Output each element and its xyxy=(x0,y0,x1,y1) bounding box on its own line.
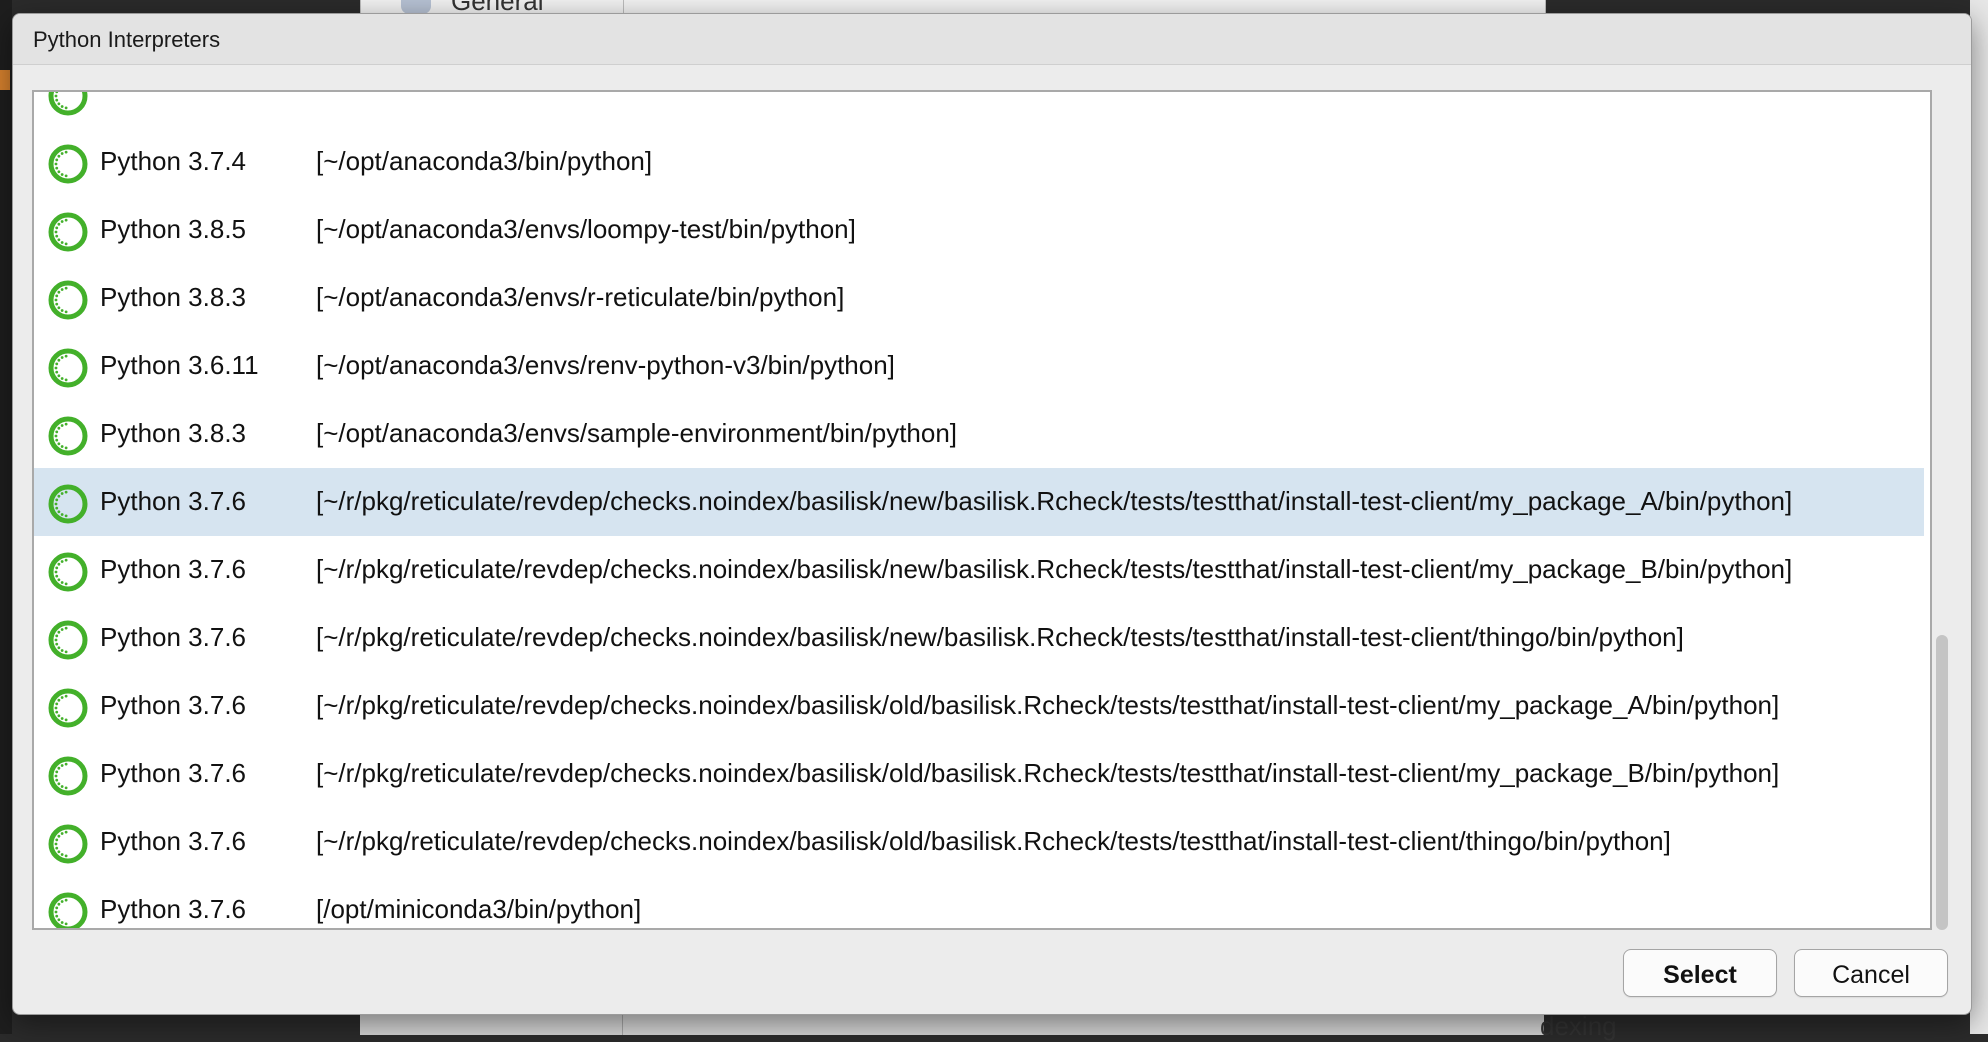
cancel-button[interactable]: Cancel xyxy=(1794,949,1948,997)
interpreter-path: [~/r/pkg/reticulate/revdep/checks.noinde… xyxy=(316,486,1793,516)
conda-ring-icon xyxy=(46,92,90,118)
list-scrollbar-thumb[interactable] xyxy=(1936,635,1948,930)
interpreter-path: [~/r/pkg/reticulate/revdep/checks.noinde… xyxy=(316,758,1780,788)
conda-ring-icon xyxy=(46,618,90,662)
conda-ring-icon xyxy=(46,686,90,730)
conda-ring-icon xyxy=(46,482,90,526)
interpreter-row[interactable]: Python 3.8.5 [~/opt/anaconda3/envs/loompy… xyxy=(34,196,1924,264)
conda-ring-icon xyxy=(46,550,90,594)
conda-ring-icon xyxy=(46,142,90,186)
interpreter-version: Python 3.7.6 xyxy=(100,894,246,924)
background-window-edge xyxy=(0,0,12,1034)
conda-ring-icon xyxy=(46,278,90,322)
conda-ring-icon xyxy=(46,890,90,928)
interpreter-path: [~/opt/anaconda3/envs/sample-environment… xyxy=(316,418,958,448)
interpreter-version: Python 3.6.11 xyxy=(100,350,259,380)
interpreter-row[interactable]: Python 3.7.6 [~/r/pkg/reticulate/revdep/c… xyxy=(34,468,1924,536)
conda-ring-icon xyxy=(46,210,90,254)
interpreter-row[interactable]: Python 3.8.3 [~/opt/anaconda3/envs/r-reti… xyxy=(34,264,1924,332)
interpreter-row[interactable]: Python 3.7.6 [~/r/pkg/reticulate/revdep/c… xyxy=(34,808,1924,876)
interpreter-path: [~/opt/anaconda3/envs/renv-python-v3/bin… xyxy=(316,350,895,380)
interpreter-row[interactable]: Python 3.7.6 [/opt/miniconda3/bin/python] xyxy=(34,876,1924,928)
python-interpreters-dialog: Python Interpreters Python 3.7.4 [~/opt/a… xyxy=(12,13,1972,1015)
interpreter-path: [~/opt/anaconda3/bin/python] xyxy=(316,146,653,176)
background-divider xyxy=(622,1015,623,1035)
background-bottom-bar: dexing xyxy=(360,1011,1617,1041)
conda-ring-icon xyxy=(46,346,90,390)
interpreter-version: Python 3.8.3 xyxy=(100,282,246,312)
interpreter-version: Python 3.8.5 xyxy=(100,214,246,244)
conda-ring-icon xyxy=(46,754,90,798)
dialog-title: Python Interpreters xyxy=(33,27,221,52)
interpreter-version: Python 3.7.6 xyxy=(100,758,246,788)
dialog-titlebar: Python Interpreters xyxy=(13,14,1971,65)
background-bottom-label: dexing xyxy=(1540,1011,1617,1041)
interpreter-path: [/opt/miniconda3/bin/python] xyxy=(316,894,642,924)
interpreter-path: [~/opt/anaconda3/envs/loompy-test/bin/py… xyxy=(316,214,856,244)
interpreter-row[interactable]: Python 3.6.11 [~/opt/anaconda3/envs/renv-… xyxy=(34,332,1924,400)
interpreter-path: [~/r/pkg/reticulate/revdep/checks.noinde… xyxy=(316,826,1671,856)
interpreter-path: [~/r/pkg/reticulate/revdep/checks.noinde… xyxy=(316,622,1684,652)
interpreter-version: Python 3.7.6 xyxy=(100,826,246,856)
interpreter-path: [~/opt/anaconda3/envs/r-reticulate/bin/p… xyxy=(316,282,845,312)
background-right-edge xyxy=(1970,0,1988,1034)
background-general-icon xyxy=(401,0,431,14)
interpreter-row[interactable]: Python 3.7.6 [~/r/pkg/reticulate/revdep/c… xyxy=(34,672,1924,740)
interpreter-path: [~/r/pkg/reticulate/revdep/checks.noinde… xyxy=(316,690,1780,720)
select-button[interactable]: Select xyxy=(1623,949,1777,997)
interpreter-row[interactable]: Python 3.8.3 [~/opt/anaconda3/envs/sample… xyxy=(34,400,1924,468)
interpreter-version: Python 3.7.6 xyxy=(100,622,246,652)
background-accent xyxy=(0,70,10,90)
interpreter-path: [~/r/pkg/reticulate/revdep/checks.noinde… xyxy=(316,554,1793,584)
interpreter-row[interactable]: Python 3.7.4 [~/opt/anaconda3/bin/python] xyxy=(34,128,1924,196)
interpreter-version: Python 3.7.6 xyxy=(100,554,246,584)
interpreter-version: Python 3.7.6 xyxy=(100,486,246,516)
interpreter-version: Python 3.7.6 xyxy=(100,690,246,720)
interpreter-version: Python 3.8.3 xyxy=(100,418,246,448)
conda-ring-icon xyxy=(46,822,90,866)
interpreter-row[interactable] xyxy=(34,92,1924,128)
interpreter-list[interactable]: Python 3.7.4 [~/opt/anaconda3/bin/python]… xyxy=(32,90,1932,930)
interpreter-row[interactable]: Python 3.7.6 [~/r/pkg/reticulate/revdep/c… xyxy=(34,740,1924,808)
interpreter-row[interactable]: Python 3.7.6 [~/r/pkg/reticulate/revdep/c… xyxy=(34,536,1924,604)
interpreter-version: Python 3.7.4 xyxy=(100,146,246,176)
conda-ring-icon xyxy=(46,414,90,458)
interpreter-list-rows: Python 3.7.4 [~/opt/anaconda3/bin/python]… xyxy=(34,92,1930,928)
interpreter-row[interactable]: Python 3.7.6 [~/r/pkg/reticulate/revdep/c… xyxy=(34,604,1924,672)
